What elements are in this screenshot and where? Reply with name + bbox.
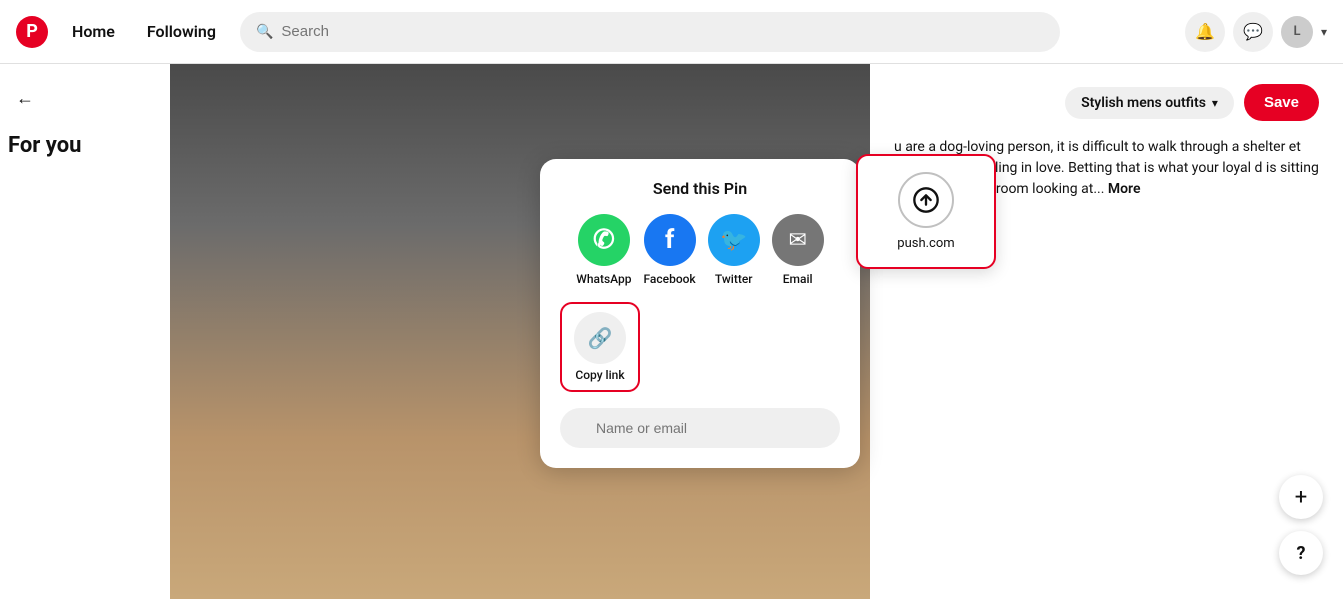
pinterest-p: P <box>26 21 38 42</box>
search-input[interactable] <box>281 23 1044 40</box>
board-name: Stylish mens outfits <box>1081 95 1206 111</box>
avatar[interactable]: L <box>1281 16 1313 48</box>
copy-link-label: Copy link <box>575 368 624 382</box>
back-button[interactable]: ← <box>8 80 162 117</box>
share-modal-title: Send this Pin <box>560 179 840 198</box>
facebook-label: Facebook <box>644 272 696 286</box>
pin-actions-row: Stylish mens outfits ▾ Save <box>894 84 1319 121</box>
chevron-down-icon[interactable]: ▾ <box>1321 25 1327 39</box>
main: ← For you Send this Pin ✆ WhatsApp f Fac… <box>0 64 1343 599</box>
copy-link-section[interactable]: 🔗 Copy link <box>560 302 640 392</box>
nav-following[interactable]: Following <box>135 14 228 49</box>
header-right: 🔔 💬 L ▾ <box>1185 12 1327 52</box>
board-selector[interactable]: Stylish mens outfits ▾ <box>1065 87 1234 119</box>
twitter-icon: 🐦 <box>708 214 760 266</box>
whatsapp-icon: ✆ <box>578 214 630 266</box>
whatsapp-share[interactable]: ✆ WhatsApp <box>576 214 631 286</box>
save-button[interactable]: Save <box>1244 84 1319 121</box>
email-icon: ✉ <box>772 214 824 266</box>
share-icons-row: ✆ WhatsApp f Facebook 🐦 Twitter ✉ Email <box>560 214 840 286</box>
facebook-share[interactable]: f Facebook <box>644 214 696 286</box>
push-domain-label: push.com <box>874 236 978 251</box>
name-email-wrapper: 🔍 <box>560 408 840 448</box>
facebook-icon: f <box>644 214 696 266</box>
email-share[interactable]: ✉ Email <box>772 214 824 286</box>
back-arrow-icon: ← <box>16 88 34 109</box>
whatsapp-label: WhatsApp <box>576 272 631 286</box>
push-popup[interactable]: push.com <box>856 154 996 269</box>
share-modal: Send this Pin ✆ WhatsApp f Facebook 🐦 Tw… <box>540 159 860 468</box>
search-bar[interactable]: 🔍 <box>240 12 1060 52</box>
pin-detail: Stylish mens outfits ▾ Save u are a dog-… <box>870 64 1343 599</box>
nav-home[interactable]: Home <box>60 14 127 49</box>
search-icon: 🔍 <box>256 24 273 40</box>
fab-plus-button[interactable]: + <box>1279 475 1323 519</box>
for-you-label: For you <box>8 133 162 158</box>
header: P Home Following 🔍 🔔 💬 L ▾ <box>0 0 1343 64</box>
fab-question-button[interactable]: ? <box>1279 531 1323 575</box>
messages-button[interactable]: 💬 <box>1233 12 1273 52</box>
sidebar: ← For you <box>0 64 170 599</box>
name-email-input[interactable] <box>560 408 840 448</box>
email-label: Email <box>783 272 813 286</box>
board-chevron-icon: ▾ <box>1212 96 1218 110</box>
notifications-button[interactable]: 🔔 <box>1185 12 1225 52</box>
pinterest-logo[interactable]: P <box>16 16 48 48</box>
copy-link-icon: 🔗 <box>574 312 626 364</box>
more-link[interactable]: More <box>1108 181 1141 197</box>
push-upload-icon <box>898 172 954 228</box>
content-area: Send this Pin ✆ WhatsApp f Facebook 🐦 Tw… <box>170 64 1343 599</box>
twitter-share[interactable]: 🐦 Twitter <box>708 214 760 286</box>
twitter-label: Twitter <box>715 272 753 286</box>
